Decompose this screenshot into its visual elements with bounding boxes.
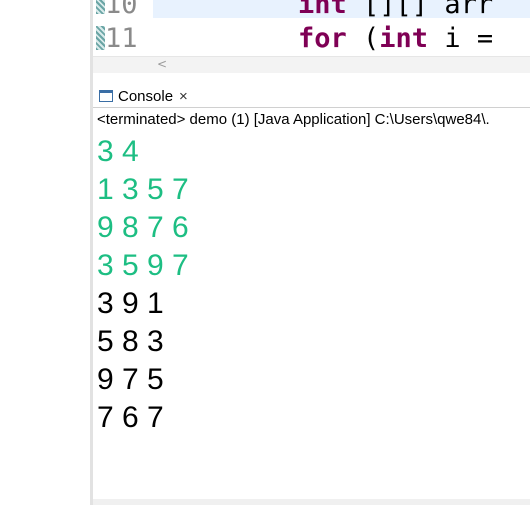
view-divider bbox=[93, 73, 530, 81]
console-icon bbox=[99, 90, 113, 102]
console-input-line: 1 3 5 7 bbox=[97, 173, 189, 206]
fold-marker[interactable] bbox=[96, 0, 105, 14]
code-token: ( bbox=[346, 23, 380, 54]
code-token: int bbox=[298, 0, 347, 20]
console-output-line: 9 7 5 bbox=[97, 363, 164, 396]
close-icon[interactable]: × bbox=[179, 88, 188, 105]
tab-underline bbox=[93, 107, 530, 108]
code-token: i = bbox=[428, 23, 494, 54]
console-input-line: 3 4 bbox=[97, 135, 139, 168]
code-line-10[interactable]: int [][] arr bbox=[298, 0, 493, 22]
line-number-gutter: 10 11 bbox=[93, 0, 153, 56]
console-output-line: 5 8 3 bbox=[97, 325, 164, 358]
code-token: int bbox=[379, 23, 429, 54]
console-status: <terminated> demo (1) [Java Application]… bbox=[97, 111, 490, 128]
scroll-left-icon[interactable]: < bbox=[157, 57, 167, 71]
code-editor[interactable]: 10 11 int [][] arr for (int i = bbox=[93, 0, 530, 56]
console-output[interactable]: 3 4 1 3 5 7 9 8 7 6 3 5 9 7 3 9 1 5 8 3 … bbox=[93, 131, 530, 501]
code-line-11[interactable]: for (int i = bbox=[298, 22, 493, 56]
tab-label: Console bbox=[118, 87, 174, 105]
code-token: [][] arr bbox=[346, 0, 494, 20]
console-tab-bar: Console × bbox=[93, 81, 530, 109]
tab-console[interactable]: Console × bbox=[95, 84, 205, 108]
left-panel bbox=[0, 0, 92, 505]
console-input-line: 9 8 7 6 bbox=[97, 211, 189, 244]
fold-marker[interactable] bbox=[96, 26, 105, 50]
line-number: 10 bbox=[105, 0, 138, 20]
console-input-line: 3 5 9 7 bbox=[97, 249, 189, 282]
console-output-line: 7 6 7 bbox=[97, 401, 164, 434]
console-output-line: 3 9 1 bbox=[97, 287, 164, 320]
line-number: 11 bbox=[105, 23, 138, 54]
editor-horizontal-scrollbar[interactable]: < bbox=[93, 56, 530, 73]
code-token: for bbox=[298, 23, 347, 54]
console-horizontal-scrollbar[interactable] bbox=[93, 499, 530, 505]
